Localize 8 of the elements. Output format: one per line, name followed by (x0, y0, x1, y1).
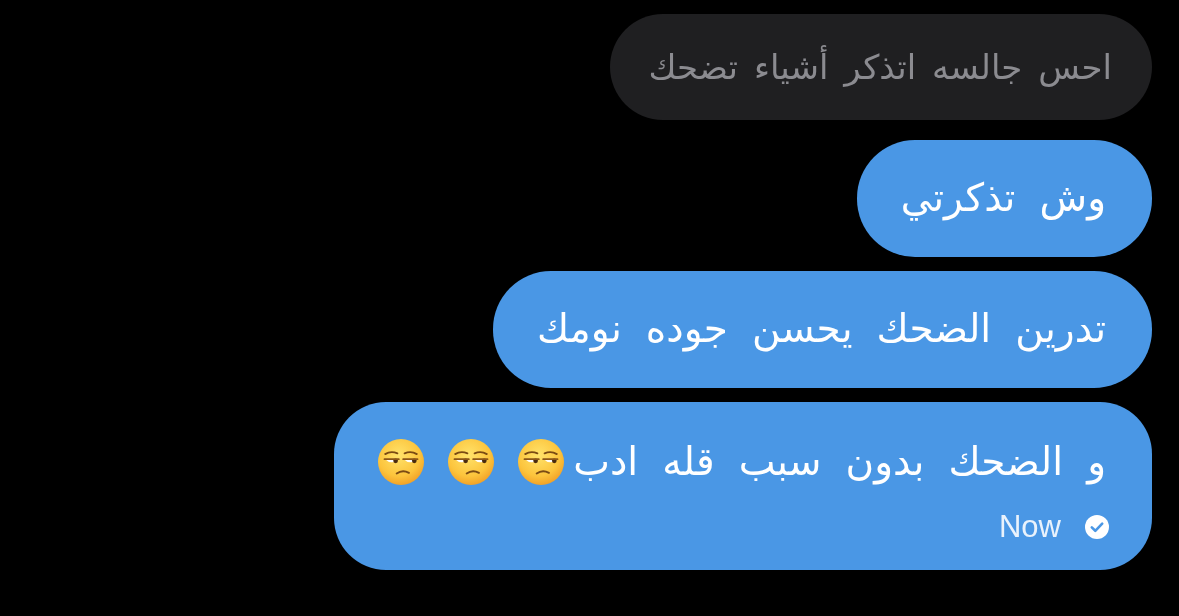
unamused-face-icon (518, 439, 565, 485)
message-text: وش تذكرتي (900, 175, 1106, 221)
unamused-face-icon (448, 439, 495, 485)
message-text: و الضحك بدون سبب قله ادب (573, 439, 1106, 485)
unamused-face-icon (378, 439, 425, 485)
message-text: احس جالسه اتذكر أشياء تضحك (648, 46, 1112, 88)
message-text: تدرين الضحك يحسن جوده نومك (537, 306, 1106, 352)
timestamp: Now (999, 512, 1061, 542)
